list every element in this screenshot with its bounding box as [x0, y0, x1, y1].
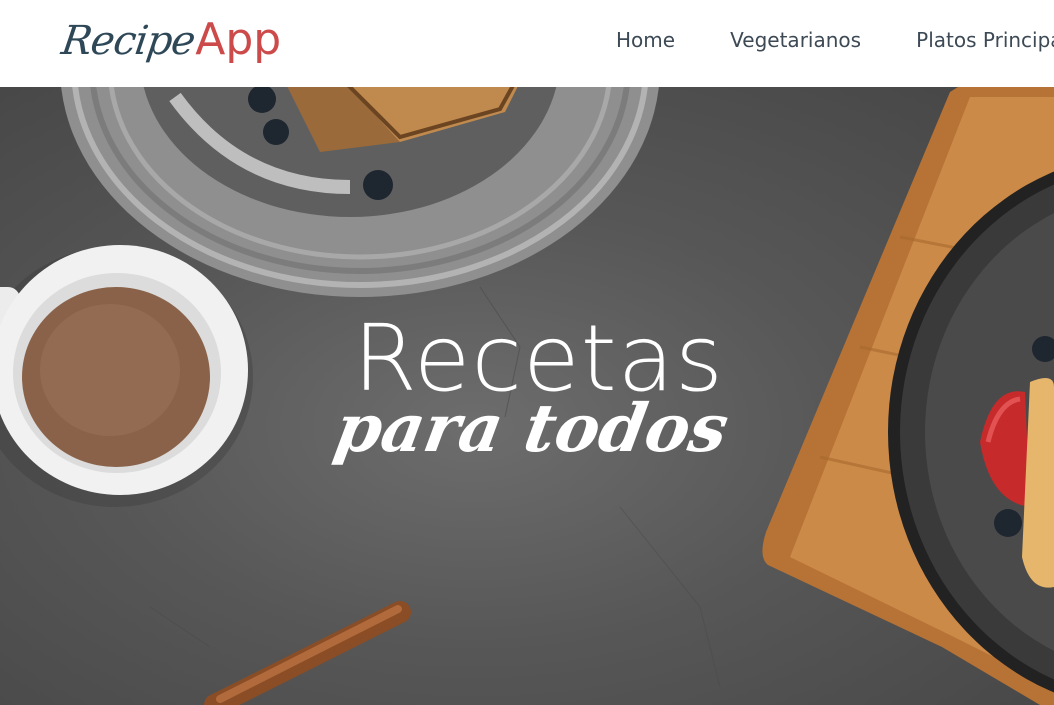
hero-subtitle: para todos	[329, 389, 735, 467]
nav-link-platos-principales[interactable]: Platos Principales	[916, 28, 1054, 52]
main-nav: Home Vegetarianos Platos Principales	[616, 28, 1054, 52]
coffee-mug	[0, 245, 253, 507]
hero-banner: Recetas para todos	[0, 87, 1054, 705]
cinnamon-stick	[204, 601, 411, 705]
site-header: RecipeApp Home Vegetarianos Platos Princ…	[0, 0, 1054, 87]
logo[interactable]: RecipeApp	[58, 14, 282, 74]
nav-link-home[interactable]: Home	[616, 28, 675, 52]
logo-script-text: Recipe	[58, 18, 198, 64]
logo-accent-text: App	[195, 14, 282, 65]
nav-link-vegetarianos[interactable]: Vegetarianos	[730, 28, 861, 52]
